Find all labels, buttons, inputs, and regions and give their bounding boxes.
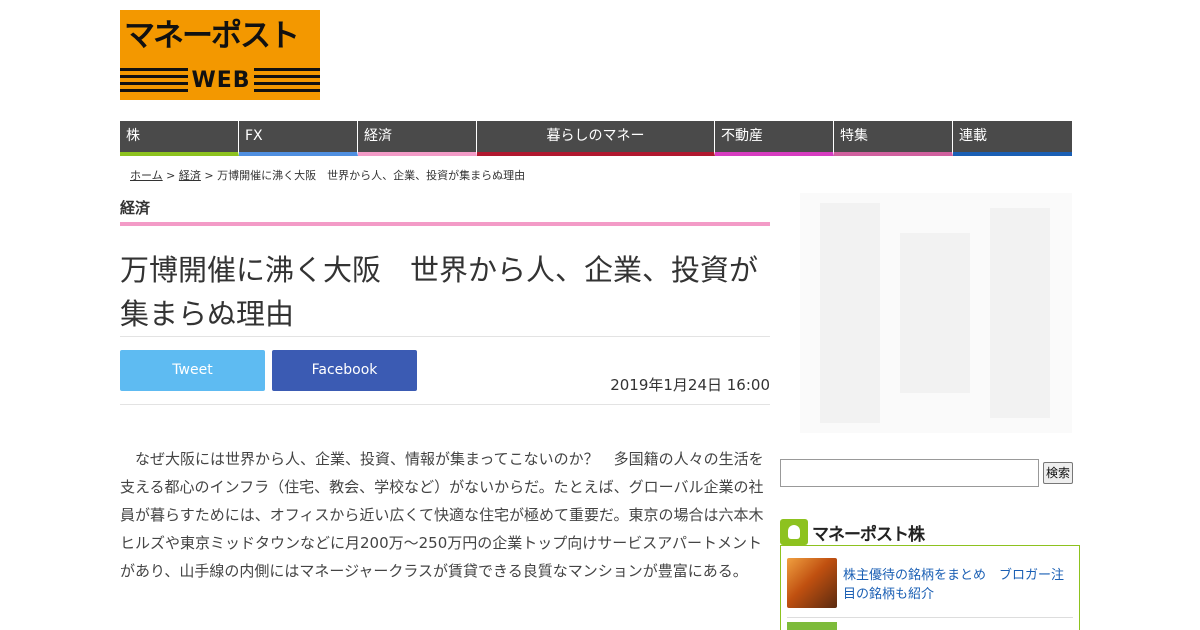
main-nav: 株 FX 経済 暮らしのマネー 不動産 特集 連載 bbox=[120, 121, 1072, 156]
article-thumbnail[interactable] bbox=[787, 622, 837, 630]
tweet-button[interactable]: Tweet bbox=[120, 350, 265, 391]
divider bbox=[120, 336, 770, 337]
kabu-widget: 株主優待の銘柄をまとめ ブロガー注目の銘柄も紹介 bbox=[780, 545, 1080, 630]
kabu-article-link[interactable]: 株主優待の銘柄をまとめ ブロガー注目の銘柄も紹介 bbox=[843, 566, 1075, 604]
nav-item-keizai[interactable]: 経済 bbox=[358, 121, 477, 156]
divider bbox=[120, 404, 770, 405]
nav-item-kurashi[interactable]: 暮らしのマネー bbox=[477, 121, 715, 156]
nav-item-tokushu[interactable]: 特集 bbox=[834, 121, 953, 156]
article-body: なぜ大阪には世界から人、企業、投資、情報が集まってこないのか？ 多国籍の人々の生… bbox=[120, 450, 764, 580]
breadcrumb: ホーム > 経済 > 万博開催に沸く大阪 世界から人、企業、投資が集まらぬ理由 bbox=[130, 167, 525, 183]
kabu-widget-title: マネーポスト株 bbox=[812, 524, 925, 545]
kabu-logo-icon bbox=[780, 519, 808, 545]
ad-placeholder bbox=[800, 193, 1072, 433]
search-input[interactable] bbox=[780, 459, 1039, 487]
article-title: 万博開催に沸く大阪 世界から人、企業、投資が集まらぬ理由 bbox=[120, 253, 759, 331]
nav-item-rensai[interactable]: 連載 bbox=[953, 121, 1072, 156]
site-logo[interactable]: マネーポスト WEB bbox=[120, 10, 320, 100]
breadcrumb-current: 万博開催に沸く大阪 世界から人、企業、投資が集まらぬ理由 bbox=[217, 169, 526, 182]
kabu-widget-header[interactable]: マネーポスト株 bbox=[780, 518, 925, 546]
facebook-button[interactable]: Facebook bbox=[272, 350, 417, 391]
nav-item-fudosan[interactable]: 不動産 bbox=[715, 121, 834, 156]
logo-web-text: WEB bbox=[188, 67, 254, 95]
nav-item-fx[interactable]: FX bbox=[239, 121, 358, 156]
breadcrumb-home-link[interactable]: ホーム bbox=[130, 169, 163, 182]
breadcrumb-separator: > bbox=[162, 169, 179, 182]
nav-item-kabu[interactable]: 株 bbox=[120, 121, 239, 156]
article-thumbnail[interactable] bbox=[787, 558, 837, 608]
list-item[interactable]: 株主優待の銘柄をまとめ ブロガー注目の銘柄も紹介 bbox=[787, 558, 1073, 618]
breadcrumb-category-link[interactable]: 経済 bbox=[179, 169, 201, 182]
publish-date: 2019年1月24日 16:00 bbox=[610, 376, 770, 394]
logo-text: マネーポスト bbox=[124, 18, 300, 54]
category-heading: 経済 bbox=[120, 197, 770, 226]
breadcrumb-separator: > bbox=[200, 169, 218, 182]
search-button[interactable]: 検索 bbox=[1043, 462, 1073, 484]
